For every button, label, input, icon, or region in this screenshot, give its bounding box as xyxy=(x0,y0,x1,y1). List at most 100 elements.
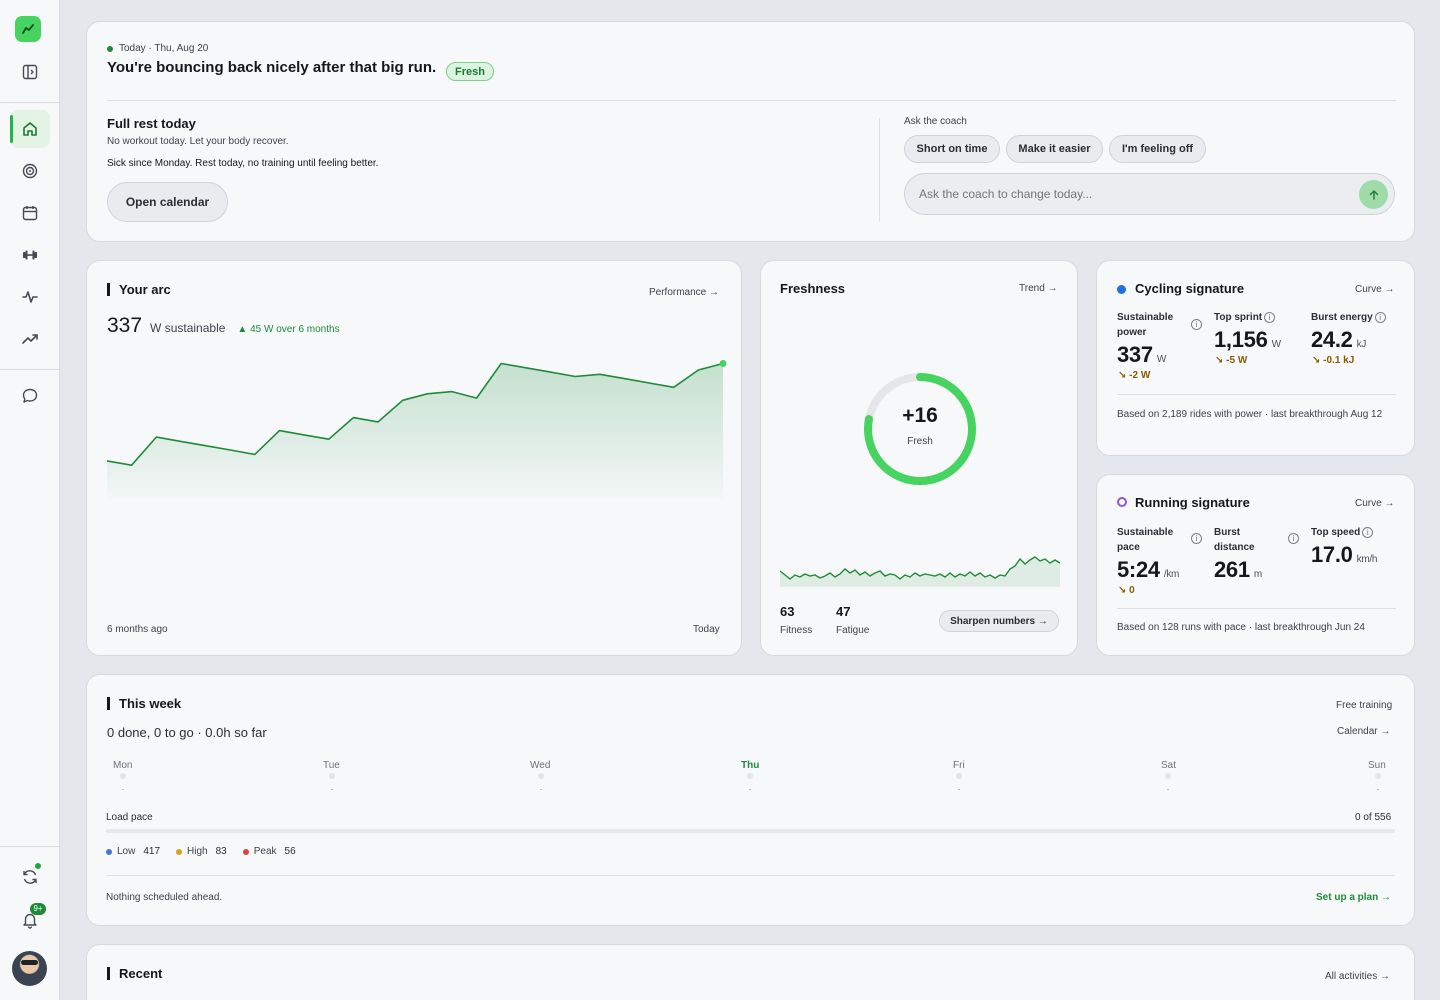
cycling-m3-value: 24.2 kJ xyxy=(1311,327,1366,353)
home-icon xyxy=(23,122,37,136)
cycling-signature-card: Cycling signature Curve → Sustainable po… xyxy=(1096,260,1415,456)
status-dot xyxy=(107,45,113,52)
low-dot xyxy=(106,848,112,855)
all-activities-link[interactable]: All activities → xyxy=(1325,971,1390,982)
divider xyxy=(1117,608,1396,609)
info-icon[interactable]: i xyxy=(1264,311,1276,323)
chip-feeling-off[interactable]: I'm feeling off xyxy=(1109,135,1206,163)
calendar-link[interactable]: Calendar → xyxy=(1337,726,1390,737)
plan-note: Sick since Monday. Rest today, no traini… xyxy=(107,158,379,169)
cycling-m2-value: 1,156 W xyxy=(1214,327,1281,353)
week-summary: 0 done, 0 to go · 0.0h so far xyxy=(107,725,267,740)
day-tick xyxy=(540,789,542,790)
user-avatar[interactable] xyxy=(12,951,47,986)
divider xyxy=(1117,394,1396,395)
fitness-value: 63 xyxy=(780,604,795,619)
day-thu-today[interactable]: Thu xyxy=(741,760,759,771)
open-calendar-button[interactable]: Open calendar xyxy=(107,182,228,222)
sidebar-item-workouts[interactable] xyxy=(10,236,50,274)
running-m1-number: 5:24 xyxy=(1117,557,1160,582)
load-pace-label: Load pace xyxy=(106,812,153,823)
coach-input[interactable] xyxy=(919,184,1339,204)
performance-link[interactable]: Performance → xyxy=(649,287,719,298)
trending-up-icon xyxy=(22,334,38,344)
arc-trend: ▲ 45 W over 6 months xyxy=(237,324,340,335)
arc-card: Your arc Performance → 337 W sustainable… xyxy=(86,260,742,656)
chat-bubble-icon xyxy=(22,388,38,403)
day-fri[interactable]: Fri xyxy=(953,760,965,771)
trend-link[interactable]: Trend → xyxy=(1019,283,1058,294)
low-value: 417 xyxy=(143,846,161,857)
arc-value: 337 xyxy=(107,314,143,337)
trend-logo-icon xyxy=(22,24,34,34)
high-label: High xyxy=(187,846,208,857)
running-title: Running signature xyxy=(1135,495,1250,510)
running-m1-label: Sustainable pace xyxy=(1117,527,1174,553)
info-icon[interactable]: i xyxy=(1288,533,1299,544)
day-tick xyxy=(122,789,124,790)
cycling-m2-label-row: Top sprint i xyxy=(1214,310,1276,325)
sidebar-item-notifications[interactable]: 9+ xyxy=(10,901,50,939)
sidebar-item-coach-chat[interactable] xyxy=(10,377,50,415)
day-mon[interactable]: Mon xyxy=(113,760,132,771)
cycling-m3-delta: ↘ -0.1 kJ xyxy=(1312,355,1355,366)
day-wed[interactable]: Wed xyxy=(530,760,550,771)
peak-value: 56 xyxy=(284,846,296,857)
sidebar-item-progress[interactable] xyxy=(10,320,50,358)
load-pace-bar xyxy=(106,829,1395,833)
high-dot xyxy=(176,848,183,855)
running-curve-link[interactable]: Curve → xyxy=(1355,498,1394,509)
free-training-label: Free training xyxy=(1336,700,1393,711)
week-title: This week xyxy=(107,697,181,710)
running-m3-label: Top speed xyxy=(1311,527,1361,538)
sharpen-numbers-button[interactable]: Sharpen numbers → xyxy=(939,610,1059,632)
send-button[interactable] xyxy=(1359,180,1388,209)
day-dot xyxy=(120,773,126,779)
cycling-m2-number: 1,156 xyxy=(1214,327,1268,352)
pulse-icon xyxy=(22,291,38,303)
day-sat[interactable]: Sat xyxy=(1161,760,1176,771)
today-date: Today · Thu, Aug 20 xyxy=(119,43,209,54)
sidebar-item-calendar[interactable] xyxy=(10,194,50,232)
day-dot xyxy=(956,773,962,779)
running-m3-number: 17.0 xyxy=(1311,542,1353,567)
recent-title: Recent xyxy=(107,967,162,980)
freshness-ring xyxy=(864,373,976,485)
cycling-curve-link[interactable]: Curve → xyxy=(1355,284,1394,295)
fatigue-value: 47 xyxy=(836,604,851,619)
setup-plan-link[interactable]: Set up a plan → xyxy=(1316,892,1391,903)
cycling-title: Cycling signature xyxy=(1135,281,1245,296)
high-value: 83 xyxy=(215,846,227,857)
peak-dot xyxy=(242,848,249,855)
info-icon[interactable]: i xyxy=(1191,319,1202,330)
running-m2-unit: m xyxy=(1253,569,1262,580)
sidebar-item-home[interactable] xyxy=(10,110,50,148)
sidebar-item-activity[interactable] xyxy=(10,278,50,316)
info-icon[interactable]: i xyxy=(1191,533,1202,544)
cycling-m1-label: Sustainable power xyxy=(1117,312,1174,338)
freshness-sparkline xyxy=(780,556,1060,587)
day-tue[interactable]: Tue xyxy=(323,760,340,771)
sidebar-divider xyxy=(0,102,60,103)
app-logo[interactable] xyxy=(15,16,41,42)
info-icon[interactable]: i xyxy=(1374,311,1386,323)
day-sun[interactable]: Sun xyxy=(1368,760,1386,771)
arc-value-row: 337 W sustainable ▲ 45 W over 6 months xyxy=(107,314,340,338)
target-icon xyxy=(22,163,38,179)
running-m1-value: 5:24/km xyxy=(1117,557,1179,583)
arc-title: Your arc xyxy=(107,283,171,296)
day-tick xyxy=(749,789,751,790)
sidebar-toggle-button[interactable] xyxy=(10,53,50,91)
chip-make-it-easier[interactable]: Make it easier xyxy=(1006,135,1103,163)
chip-short-on-time[interactable]: Short on time xyxy=(904,135,1000,163)
fresh-badge: Fresh xyxy=(446,62,494,81)
sidebar-item-sync[interactable] xyxy=(10,858,50,896)
cycling-dot-icon xyxy=(1117,285,1126,294)
cycling-m1-number: 337 xyxy=(1117,342,1153,367)
day-dot xyxy=(538,773,544,779)
info-icon[interactable]: i xyxy=(1362,526,1374,538)
sidebar-item-goals[interactable] xyxy=(10,152,50,190)
day-dot xyxy=(329,773,335,779)
peak-label: Peak xyxy=(253,846,277,857)
divider xyxy=(106,875,1395,876)
